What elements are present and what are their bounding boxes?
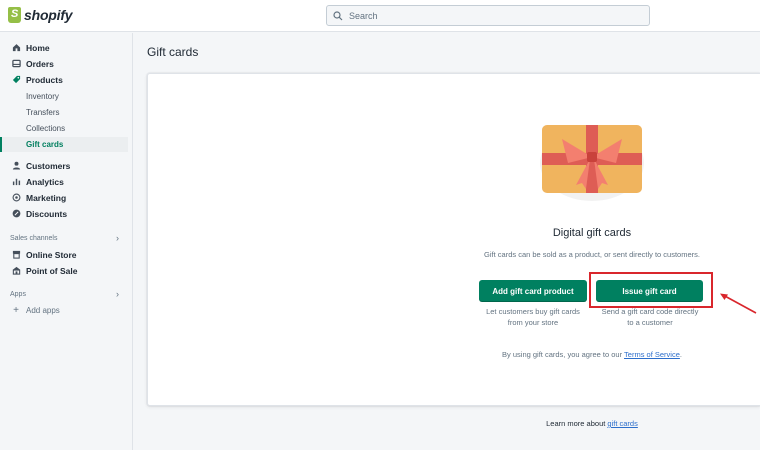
discount-icon bbox=[11, 209, 21, 219]
chevron-right-icon[interactable]: › bbox=[116, 233, 119, 243]
sidebar-subitem-transfers[interactable]: Transfers bbox=[0, 105, 128, 120]
chevron-right-icon[interactable]: › bbox=[116, 289, 119, 299]
gift-card-illustration bbox=[540, 125, 644, 201]
sidebar-item-label: Orders bbox=[26, 58, 54, 69]
sidebar-item-marketing[interactable]: Marketing bbox=[0, 190, 128, 205]
caption-line: Let customers buy gift cards bbox=[486, 307, 580, 316]
sidebar-subitem-gift-cards[interactable]: Gift cards bbox=[0, 137, 128, 152]
shopify-bag-icon bbox=[8, 7, 21, 23]
sidebar-item-products[interactable]: Products bbox=[0, 72, 128, 87]
empty-state-title: Digital gift cards bbox=[552, 227, 632, 239]
terms-notice: By using gift cards, you agree to our Te… bbox=[440, 350, 744, 359]
sidebar-item-label: Products bbox=[26, 74, 63, 85]
sidebar-item-analytics[interactable]: Analytics bbox=[0, 174, 128, 189]
sidebar-subitem-inventory[interactable]: Inventory bbox=[0, 89, 128, 104]
caption-line: to a customer bbox=[627, 318, 673, 327]
sidebar-item-discounts[interactable]: Discounts bbox=[0, 206, 128, 221]
add-apps-link[interactable]: + Add apps bbox=[0, 303, 128, 318]
sidebar-item-label: Point of Sale bbox=[26, 265, 78, 276]
sidebar-item-label: Marketing bbox=[26, 192, 67, 203]
person-icon bbox=[11, 161, 21, 171]
learn-more-prefix: Learn more about bbox=[546, 419, 608, 428]
terms-of-service-link[interactable]: Terms of Service bbox=[624, 350, 680, 359]
tag-icon bbox=[11, 75, 21, 85]
apps-label: Apps bbox=[10, 291, 26, 298]
gift-cards-link[interactable]: gift cards bbox=[607, 419, 637, 428]
sidebar: Home Orders Products Inventory Transfers… bbox=[0, 33, 133, 450]
learn-more: Learn more about gift cards bbox=[440, 419, 744, 428]
search-bar[interactable] bbox=[326, 5, 650, 26]
bar-chart-icon bbox=[11, 177, 21, 187]
pos-icon bbox=[11, 266, 21, 276]
sales-channels-label: Sales channels bbox=[10, 235, 58, 242]
brand-name: shopify bbox=[24, 7, 73, 23]
sidebar-item-online-store[interactable]: Online Store bbox=[0, 247, 128, 262]
sidebar-subitem-collections[interactable]: Collections bbox=[0, 121, 128, 136]
search-icon bbox=[333, 10, 343, 20]
issue-button-caption: Send a gift card code directly to a cust… bbox=[590, 306, 710, 328]
top-bar: shopify bbox=[0, 0, 760, 32]
page-title: Gift cards bbox=[147, 45, 199, 59]
plus-icon: + bbox=[13, 305, 19, 316]
highlight-box bbox=[589, 272, 713, 308]
store-icon bbox=[11, 250, 21, 260]
terms-prefix: By using gift cards, you agree to our bbox=[502, 350, 625, 359]
sidebar-item-label: Home bbox=[26, 42, 50, 53]
sidebar-item-label: Analytics bbox=[26, 176, 64, 187]
sidebar-item-orders[interactable]: Orders bbox=[0, 56, 128, 71]
sidebar-item-home[interactable]: Home bbox=[0, 40, 128, 55]
add-apps-label: Add apps bbox=[26, 306, 60, 315]
caption-line: from your store bbox=[507, 318, 559, 327]
add-gift-card-product-button[interactable]: Add gift card product bbox=[479, 280, 587, 302]
sidebar-item-label: Customers bbox=[26, 160, 71, 171]
shopify-logo[interactable]: shopify bbox=[8, 7, 73, 23]
empty-state-description: Gift cards can be sold as a product, or … bbox=[484, 250, 700, 259]
caption-line: Send a gift card code directly bbox=[601, 307, 699, 316]
add-button-caption: Let customers buy gift cards from your s… bbox=[474, 306, 592, 328]
sidebar-item-customers[interactable]: Customers bbox=[0, 158, 128, 173]
target-icon bbox=[11, 193, 21, 203]
terms-suffix: . bbox=[679, 350, 682, 359]
annotation-arrow-icon bbox=[720, 293, 757, 314]
search-input[interactable] bbox=[349, 10, 629, 21]
sidebar-item-label: Discounts bbox=[26, 208, 68, 219]
orders-icon bbox=[11, 59, 21, 69]
sidebar-item-label: Online Store bbox=[26, 249, 77, 260]
home-icon bbox=[11, 43, 21, 53]
sidebar-item-point-of-sale[interactable]: Point of Sale bbox=[0, 263, 128, 278]
